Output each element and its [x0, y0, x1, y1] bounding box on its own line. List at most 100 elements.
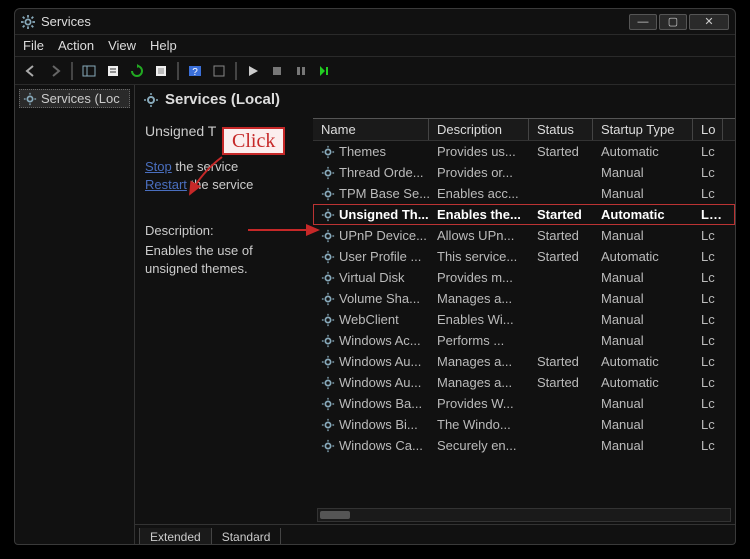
export-list-icon[interactable]: [103, 61, 123, 81]
cell-description: Manages a...: [429, 375, 529, 390]
service-row[interactable]: TPM Base Se...Enables acc... ManualLc: [313, 183, 735, 204]
service-row[interactable]: ThemesProvides us...StartedAutomaticLc: [313, 141, 735, 162]
gear-icon: [321, 313, 335, 327]
forward-button[interactable]: [45, 61, 65, 81]
help-icon[interactable]: ?: [185, 61, 205, 81]
cell-description: Provides or...: [429, 165, 529, 180]
menu-help[interactable]: Help: [150, 38, 177, 53]
cell-logon: Lc: [693, 144, 723, 159]
gear-icon: [321, 145, 335, 159]
window-title: Services: [41, 14, 629, 29]
cell-logon: Lc: [693, 312, 723, 327]
tree-root-services[interactable]: Services (Loc: [19, 89, 130, 108]
cell-status: Started: [529, 249, 593, 264]
cell-startup: Manual: [593, 228, 693, 243]
cell-name: User Profile ...: [313, 249, 429, 264]
toolbar: ?: [15, 57, 735, 85]
restart-service-icon[interactable]: [315, 61, 335, 81]
cell-name: Windows Bi...: [313, 417, 429, 432]
body: Services (Loc Services (Local) Unsigned …: [15, 85, 735, 544]
menu-file[interactable]: File: [23, 38, 44, 53]
cell-status: Started: [529, 207, 593, 222]
show-hide-console-icon[interactable]: [79, 61, 99, 81]
cell-logon: Lc: [693, 228, 723, 243]
menu-action[interactable]: Action: [58, 38, 94, 53]
col-logon[interactable]: Lo: [693, 119, 723, 140]
cell-logon: Lc: [693, 249, 723, 264]
service-row[interactable]: User Profile ...This service...StartedAu…: [313, 246, 735, 267]
cell-name: Windows Au...: [313, 375, 429, 390]
cell-logon: Lc: [693, 417, 723, 432]
restart-suffix: the service: [187, 177, 253, 192]
cell-logon: Lc: [693, 186, 723, 201]
cell-description: Provides us...: [429, 144, 529, 159]
minimize-button[interactable]: —: [629, 14, 657, 30]
gear-icon: [321, 229, 335, 243]
cell-description: Manages a...: [429, 291, 529, 306]
cell-name: TPM Base Se...: [313, 186, 429, 201]
pause-service-icon[interactable]: [291, 61, 311, 81]
horizontal-scrollbar[interactable]: [317, 508, 731, 522]
cell-name: Windows Ca...: [313, 438, 429, 453]
cell-logon: Lc: [693, 270, 723, 285]
content-pane: Services (Local) Unsigned T Stop the ser…: [135, 85, 735, 544]
stop-link[interactable]: Stop: [145, 159, 172, 174]
col-status[interactable]: Status: [529, 119, 593, 140]
cell-description: Securely en...: [429, 438, 529, 453]
window-controls: — ▢ ✕: [629, 14, 729, 30]
refresh-icon[interactable]: [127, 61, 147, 81]
cell-logon: Lc: [693, 207, 723, 222]
close-button[interactable]: ✕: [689, 14, 729, 30]
cell-logon: Lc: [693, 438, 723, 453]
restart-link[interactable]: Restart: [145, 177, 187, 192]
tab-extended[interactable]: Extended: [139, 528, 212, 544]
service-row[interactable]: Windows Au...Manages a...StartedAutomati…: [313, 372, 735, 393]
service-row[interactable]: Volume Sha...Manages a...ManualLc: [313, 288, 735, 309]
service-row[interactable]: Windows Ba...Provides W...ManualLc: [313, 393, 735, 414]
cell-startup: Manual: [593, 186, 693, 201]
cell-status: Started: [529, 354, 593, 369]
cell-startup: Automatic: [593, 144, 693, 159]
gear-icon: [23, 92, 37, 106]
col-description[interactable]: Description: [429, 119, 529, 140]
view-tabs: Extended Standard: [135, 524, 735, 544]
cell-description: Enables the...: [429, 207, 529, 222]
col-name[interactable]: Name: [313, 119, 429, 140]
cell-name: Windows Ac...: [313, 333, 429, 348]
service-row[interactable]: Windows Ac...Performs ...ManualLc: [313, 330, 735, 351]
service-list[interactable]: ThemesProvides us...StartedAutomaticLcTh…: [313, 141, 735, 506]
stop-service-icon[interactable]: [267, 61, 287, 81]
start-service-icon[interactable]: [243, 61, 263, 81]
properties-icon[interactable]: [151, 61, 171, 81]
cell-name: WebClient: [313, 312, 429, 327]
col-startup[interactable]: Startup Type: [593, 119, 693, 140]
cell-startup: Manual: [593, 291, 693, 306]
service-row[interactable]: WebClientEnables Wi...ManualLc: [313, 309, 735, 330]
back-button[interactable]: [21, 61, 41, 81]
cell-startup: Manual: [593, 333, 693, 348]
cell-startup: Manual: [593, 270, 693, 285]
service-row[interactable]: Virtual DiskProvides m...ManualLc: [313, 267, 735, 288]
gear-icon: [321, 418, 335, 432]
cell-status: Started: [529, 144, 593, 159]
menu-view[interactable]: View: [108, 38, 136, 53]
service-row[interactable]: Thread Orde...Provides or...ManualLc: [313, 162, 735, 183]
tab-standard[interactable]: Standard: [211, 528, 282, 544]
cell-description: Enables acc...: [429, 186, 529, 201]
cell-logon: Lc: [693, 354, 723, 369]
cell-logon: Lc: [693, 375, 723, 390]
maximize-button[interactable]: ▢: [659, 14, 687, 30]
cell-logon: Lc: [693, 165, 723, 180]
service-row[interactable]: UPnP Device...Allows UPn...StartedManual…: [313, 225, 735, 246]
cell-startup: Manual: [593, 396, 693, 411]
service-row[interactable]: Windows Bi...The Windo...ManualLc: [313, 414, 735, 435]
list-pane: Name Description Status Startup Type Lo …: [313, 118, 735, 524]
toolbar-sep: [235, 62, 237, 80]
cell-startup: Manual: [593, 417, 693, 432]
toolbar-extra-icon[interactable]: [209, 61, 229, 81]
service-row[interactable]: Windows Ca...Securely en...ManualLc: [313, 435, 735, 456]
service-row[interactable]: Unsigned Th...Enables the...StartedAutom…: [313, 204, 735, 225]
service-row[interactable]: Windows Au...Manages a...StartedAutomati…: [313, 351, 735, 372]
services-window: Services — ▢ ✕ File Action View Help ?: [14, 8, 736, 545]
gear-icon: [321, 187, 335, 201]
